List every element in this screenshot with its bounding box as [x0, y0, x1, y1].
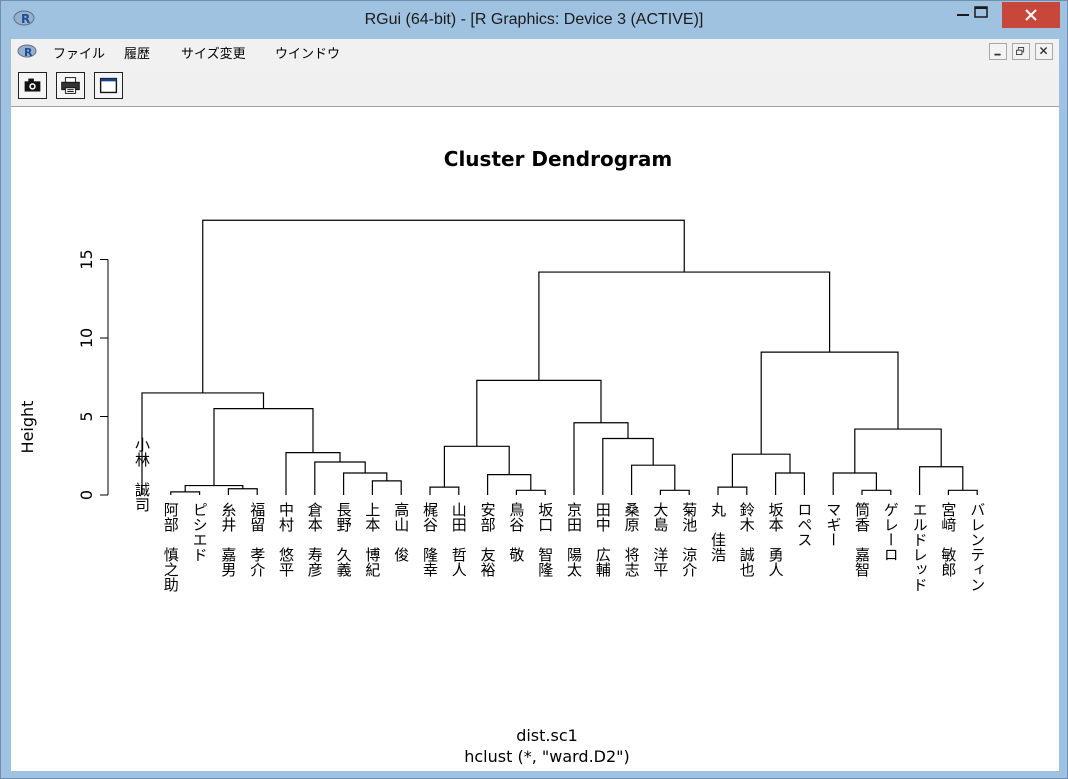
dendrogram-branch — [861, 489, 892, 495]
title-bar: R RGui (64-bit) - [R Graphics: Device 3 … — [1, 1, 1067, 39]
r-logo-icon[interactable]: R — [17, 43, 37, 59]
dendrogram-branch — [947, 489, 978, 495]
leaf-label: 福留 孝介 — [248, 502, 266, 577]
camera-icon[interactable] — [18, 72, 47, 99]
dendrogram-branch — [602, 437, 654, 495]
leaf-label: 上本 博紀 — [363, 502, 381, 577]
dendrogram-branch — [227, 488, 258, 495]
leaf-label: 高山 俊 — [392, 502, 410, 562]
printer-icon[interactable] — [56, 72, 85, 99]
svg-text:R: R — [24, 46, 33, 59]
dendrogram-plot: Cluster Dendrogram dist.sc1 hclust (*, "… — [18, 147, 986, 766]
dendrogram-branch — [314, 461, 366, 495]
leaf-label: 鳥谷 敬 — [507, 501, 525, 563]
leaf-label: 小林 誠司 — [133, 437, 151, 512]
dendrogram-branch — [538, 271, 831, 381]
dendrogram-branch — [429, 486, 460, 495]
leaf-label: 中村 悠平 — [277, 502, 295, 577]
x-axis-label: dist.sc1 — [516, 726, 578, 745]
leaf-label: 山田 哲人 — [450, 502, 468, 577]
leaf-label: 坂口 智隆 — [536, 502, 554, 577]
leaf-label: 宮﨑 敏郎 — [939, 502, 957, 577]
leaf-label: マギー — [824, 502, 842, 547]
leaf-label: 糸井 嘉男 — [219, 502, 237, 578]
menu-window[interactable]: ウインドウ — [275, 43, 340, 62]
leaf-label: 倉本 寿彦 — [306, 502, 324, 577]
y-tick-label: 0 — [77, 490, 96, 500]
dendrogram-branch — [443, 445, 510, 488]
graphics-device: Cluster Dendrogram dist.sc1 hclust (*, "… — [11, 107, 1059, 771]
rgui-window: R RGui (64-bit) - [R Graphics: Device 3 … — [0, 0, 1068, 779]
mdi-minimize-icon[interactable] — [989, 43, 1007, 60]
leaf-label: 京田 陽太 — [565, 502, 583, 577]
leaf-label: ゲレーロ — [882, 502, 900, 562]
leaf-label: 安部 友裕 — [479, 502, 497, 577]
leaf-labels: 小林 誠司阿部 慎之助 ピシエド 糸井 嘉男 福留 孝介 中村 悠平 倉本 寿彦 長野 久義… — [133, 437, 986, 593]
dendrogram-branch — [371, 480, 402, 495]
leaf-label: 菊池 涼介 — [680, 502, 698, 577]
dendrogram-branch — [213, 408, 314, 486]
dendrogram-branch — [285, 452, 341, 495]
leaf-label: 丸 佳浩 — [709, 502, 727, 562]
mdi-close-icon[interactable] — [1035, 43, 1053, 60]
leaf-label: 梶谷 隆幸 — [421, 502, 439, 577]
toolbar — [11, 65, 1059, 107]
y-tick-label: 15 — [77, 249, 96, 269]
leaf-label: ピシエド — [191, 502, 209, 562]
dendrogram-branch — [515, 489, 546, 495]
leaf-label: 桑原 将志 — [623, 502, 641, 577]
leaf-label: 坂本 勇人 — [767, 502, 785, 577]
leaf-label: 鈴木 誠也 — [738, 502, 756, 577]
dendrogram-branch — [717, 486, 748, 495]
dendrogram-branch — [760, 351, 899, 455]
dendrogram-branch — [487, 473, 532, 495]
y-axis-label: Height — [18, 401, 37, 454]
dendrogram-branch — [832, 472, 877, 495]
leaf-label: バレンティン — [968, 502, 986, 592]
leaf-label: 大島 洋平 — [651, 502, 669, 577]
y-tick-label: 10 — [77, 328, 96, 348]
close-icon[interactable] — [1002, 2, 1060, 28]
dendrogram-branches — [141, 219, 978, 495]
mdi-restore-icon[interactable] — [1012, 43, 1030, 60]
window-title: RGui (64-bit) - [R Graphics: Device 3 (A… — [364, 11, 704, 28]
leaf-label: 長野 久義 — [335, 502, 353, 577]
dendrogram-branch — [343, 472, 388, 495]
dendrogram-branch — [775, 472, 805, 495]
leaf-label: 筒香 嘉智 — [853, 502, 871, 577]
dendrogram-branch — [476, 379, 602, 447]
dendrogram-branch — [731, 453, 791, 488]
chart-subtitle: hclust (*, "ward.D2") — [464, 747, 630, 766]
menu-bar: R ファイル 履歴 サイズ変更 ウインドウ — [11, 39, 1059, 66]
chart-title: Cluster Dendrogram — [444, 147, 672, 171]
leaf-label: 阿部 慎之助 — [162, 502, 180, 593]
console-icon[interactable] — [94, 72, 123, 99]
dendrogram-branch — [202, 219, 685, 393]
y-axis: 0 5 10 15 — [77, 249, 109, 500]
menu-resize[interactable]: サイズ変更 — [181, 43, 246, 62]
leaf-label: 田中 広輔 — [594, 502, 612, 577]
menu-history[interactable]: 履歴 — [124, 43, 150, 62]
dendrogram-branch — [573, 422, 629, 495]
leaf-label: ロペス — [795, 502, 813, 547]
leaf-label: エルドレッド — [911, 502, 929, 592]
menu-file[interactable]: ファイル — [53, 43, 105, 62]
maximize-icon[interactable] — [961, 1, 1001, 27]
dendrogram-branch — [170, 491, 201, 495]
dendrogram-branch — [659, 489, 690, 495]
y-tick-label: 5 — [77, 411, 96, 421]
